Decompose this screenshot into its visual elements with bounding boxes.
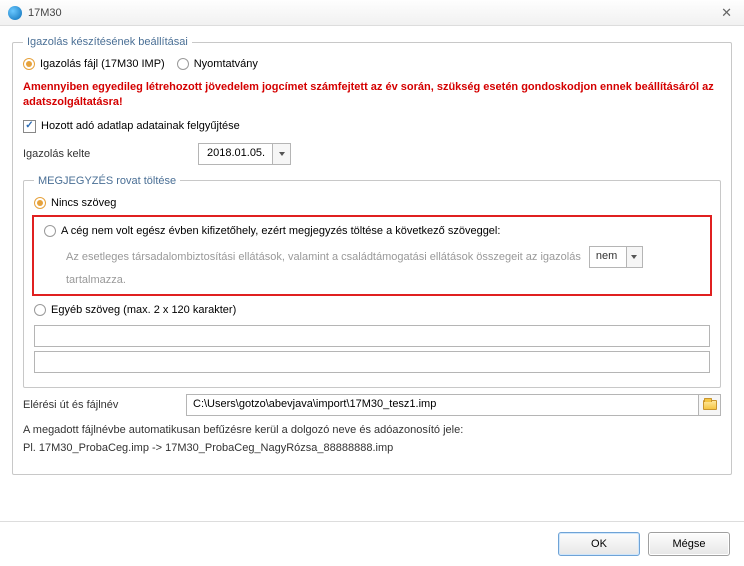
title-bar: 17M30 ✕ bbox=[0, 0, 744, 26]
date-value[interactable]: 2018.01.05. bbox=[198, 143, 273, 165]
date-dropdown-button[interactable] bbox=[273, 143, 291, 165]
radio-print-label: Nyomtatvány bbox=[194, 58, 258, 70]
close-icon[interactable]: ✕ bbox=[717, 5, 736, 21]
radio-dot-icon bbox=[34, 197, 46, 209]
radio-print-option[interactable]: Nyomtatvány bbox=[177, 58, 258, 70]
date-label: Igazolás kelte bbox=[23, 148, 178, 160]
app-icon bbox=[8, 6, 22, 20]
radio-file-option[interactable]: Igazolás fájl (17M30 IMP) bbox=[23, 58, 165, 70]
path-label: Elérési út és fájlnév bbox=[23, 399, 178, 411]
date-input[interactable]: 2018.01.05. bbox=[198, 143, 291, 165]
filename-info: A megadott fájlnévbe automatikusan befűz… bbox=[23, 424, 721, 436]
chevron-down-icon bbox=[631, 255, 637, 259]
browse-button[interactable] bbox=[699, 394, 721, 416]
radio-dot-icon bbox=[44, 225, 56, 237]
radio-dot-icon bbox=[23, 58, 35, 70]
contains-select-button[interactable] bbox=[627, 246, 643, 268]
radio-note-not-payer[interactable]: A cég nem volt egész évben kifizetőhely,… bbox=[44, 225, 500, 237]
path-input[interactable]: C:\Users\gotzo\abevjava\import\17M30_tes… bbox=[186, 394, 699, 416]
radio-note-not-payer-label: A cég nem volt egész évben kifizetőhely,… bbox=[61, 225, 500, 237]
other-text-line1[interactable] bbox=[34, 325, 710, 347]
highlighted-option: A cég nem volt egész évben kifizetőhely,… bbox=[32, 215, 712, 296]
window-title: 17M30 bbox=[28, 7, 717, 19]
warning-text: Amennyiben egyedileg létrehozott jövedel… bbox=[23, 80, 721, 110]
filename-example: Pl. 17M30_ProbaCeg.imp -> 17M30_ProbaCeg… bbox=[23, 442, 721, 454]
contains-select[interactable]: nem bbox=[589, 246, 643, 268]
radio-note-none[interactable]: Nincs szöveg bbox=[34, 197, 116, 209]
settings-group: Igazolás készítésének beállításai Igazol… bbox=[12, 36, 732, 475]
folder-icon bbox=[703, 400, 717, 410]
contains-select-value: nem bbox=[589, 246, 627, 268]
radio-dot-icon bbox=[34, 304, 46, 316]
radio-note-other[interactable]: Egyéb szöveg (max. 2 x 120 karakter) bbox=[34, 304, 236, 316]
note-legend: MEGJEGYZÉS rovat töltése bbox=[34, 175, 180, 187]
ok-button[interactable]: OK bbox=[558, 532, 640, 556]
checkbox-collect-label: Hozott adó adatlap adatainak felgyűjtése bbox=[41, 120, 240, 132]
radio-dot-icon bbox=[177, 58, 189, 70]
sub-text-pre: Az esetleges társadalombiztosítási ellát… bbox=[66, 251, 581, 263]
checkbox-collect[interactable] bbox=[23, 120, 36, 133]
cancel-button[interactable]: Mégse bbox=[648, 532, 730, 556]
sub-text-post: tartalmazza. bbox=[66, 274, 126, 286]
radio-note-other-label: Egyéb szöveg (max. 2 x 120 karakter) bbox=[51, 304, 236, 316]
note-group: MEGJEGYZÉS rovat töltése Nincs szöveg A … bbox=[23, 175, 721, 388]
radio-note-none-label: Nincs szöveg bbox=[51, 197, 116, 209]
radio-file-label: Igazolás fájl (17M30 IMP) bbox=[40, 58, 165, 70]
button-bar: OK Mégse bbox=[0, 521, 744, 566]
settings-legend: Igazolás készítésének beállításai bbox=[23, 36, 192, 48]
other-text-line2[interactable] bbox=[34, 351, 710, 373]
chevron-down-icon bbox=[279, 152, 285, 156]
